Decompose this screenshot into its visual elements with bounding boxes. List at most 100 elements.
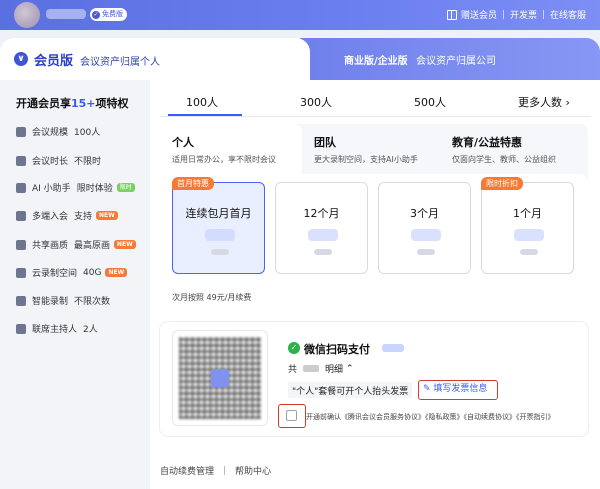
member-title: 会员版 <box>34 54 74 69</box>
heading-suffix: 项特权 <box>95 97 129 110</box>
agreement-checkbox[interactable] <box>286 410 297 421</box>
perk-label: 多端入会 <box>32 212 69 222</box>
invoice-note-text: "个人"套餐可开个人抬头发票 <box>292 386 409 397</box>
original-price-blurred <box>417 249 435 255</box>
perk-value: 不限时 <box>74 157 102 167</box>
agreement-text[interactable]: 开通前确认《腾讯会议会员服务协议》《隐私政策》《自动续费协议》《开票指引》 <box>306 412 555 422</box>
limited-tag: 限时 <box>116 183 135 192</box>
plan-card-12-months[interactable]: 12个月 <box>275 182 368 274</box>
badge-label: 免费版 <box>102 10 123 18</box>
payment-title: 微信扫码支付 <box>304 343 370 356</box>
perk-value: 不限次数 <box>74 297 111 307</box>
avatar[interactable] <box>14 2 40 28</box>
perk-label: 智能录制 <box>32 297 69 307</box>
tab-500[interactable]: 500人 <box>414 94 446 110</box>
business-subtitle: 会议资产归属公司 <box>416 56 496 67</box>
perk-value: 限时体验 <box>76 184 113 194</box>
badge-icon: ✓ <box>92 10 100 19</box>
link-invoice[interactable]: 开发票 <box>510 8 537 21</box>
perk-label: 共享画质 <box>32 241 69 251</box>
member-edition-tab[interactable]: ∨ 会员版 会议资产归属个人 <box>0 38 310 80</box>
plan-name: 3个月 <box>410 207 439 220</box>
divider <box>542 10 544 19</box>
chevron-up-icon[interactable]: ⌃ <box>346 364 354 374</box>
perk-item: 多端入会 支持 NEW <box>16 209 118 222</box>
original-price-blurred <box>211 249 229 255</box>
perks-sidebar: 开通会员享15+项特权 会议规模 100人 会议时长 不限时 AI 小助手 限时… <box>0 80 150 489</box>
users-icon <box>16 126 26 137</box>
capacity-tabs: 100人 300人 500人 更多人数 › <box>160 90 590 116</box>
perk-label: 云录制空间 <box>32 269 78 279</box>
detail-link[interactable]: 明细 <box>325 362 343 375</box>
plan-section: 个人 适用日常办公，享不限时会议 团队 更大录制空间，支持AI小助手 教育/公益… <box>160 124 588 308</box>
promo-badge: 限时折扣 <box>481 177 523 190</box>
perk-value: 2人 <box>83 325 98 335</box>
payment-panel: ✓ 微信扫码支付 共 明细 ⌃ "个人"套餐可开个人抬头发票 ✎ 填写发票信息 … <box>160 322 588 436</box>
perk-item: 会议时长 不限时 <box>16 154 101 167</box>
new-tag: NEW <box>96 211 118 220</box>
plan-type-education[interactable]: 教育/公益特惠 仅面向学生、教师、公益组织 <box>444 124 584 174</box>
perks-heading: 开通会员享15+项特权 <box>16 95 129 111</box>
cloud-icon <box>16 267 26 278</box>
original-price-blurred <box>520 249 538 255</box>
auto-renew-link[interactable]: 自动续费管理 <box>160 464 214 477</box>
main-panel: 100人 300人 500人 更多人数 › 个人 适用日常办公，享不限时会议 团… <box>150 80 600 489</box>
plan-type-desc: 适用日常办公，享不限时会议 <box>172 155 276 164</box>
ai-icon <box>16 182 26 193</box>
plan-type-title: 教育/公益特惠 <box>452 136 523 149</box>
perk-item: AI 小助手 限时体验 限时 <box>16 181 135 194</box>
renewal-note: 次月按照 49元/月续费 <box>172 293 252 302</box>
divider <box>502 10 504 19</box>
plan-card-monthly-auto[interactable]: 首月特惠 连续包月首月 <box>172 177 265 274</box>
plan-badge: ✓ 免费版 <box>90 8 127 21</box>
devices-icon <box>16 210 26 221</box>
tab-100[interactable]: 100人 <box>186 94 218 110</box>
perk-value: 100人 <box>74 128 101 138</box>
price-blurred <box>411 229 441 241</box>
link-support[interactable]: 在线客服 <box>550 8 586 21</box>
payment-qr-code[interactable] <box>172 330 268 426</box>
vip-icon: ∨ <box>14 52 28 66</box>
member-subtitle: 会议资产归属个人 <box>80 57 160 68</box>
cohost-icon <box>16 323 26 334</box>
tabs-divider <box>160 116 590 117</box>
heading-prefix: 开通会员享 <box>16 97 71 110</box>
price-blurred <box>308 229 338 241</box>
plan-type-personal[interactable]: 个人 适用日常办公，享不限时会议 <box>160 124 302 174</box>
wechat-pay-icon: ✓ <box>288 342 300 354</box>
link-gift-membership[interactable]: 赠送会员 <box>461 8 497 21</box>
total-prefix: 共 <box>288 365 298 375</box>
new-tag: NEW <box>114 240 136 249</box>
price-blurred <box>205 229 235 241</box>
perk-item: 共享画质 最高原画 NEW <box>16 238 136 251</box>
top-links: 赠送会员 开发票 在线客服 <box>446 8 586 21</box>
plan-card-3-months[interactable]: 3个月 <box>378 182 471 274</box>
perk-value: 支持 <box>74 212 93 222</box>
chevron-right-icon: › <box>565 96 570 109</box>
plan-card-1-month[interactable]: 限时折扣 1个月 <box>481 177 574 274</box>
plan-name: 1个月 <box>513 207 542 220</box>
business-title: 商业版/企业版 <box>344 56 408 67</box>
perk-label: 会议时长 <box>32 157 69 167</box>
perk-item: 联席主持人 2人 <box>16 322 98 335</box>
business-edition-tab[interactable]: 商业版/企业版 会议资产归属公司 <box>300 38 600 80</box>
plan-type-title: 团队 <box>314 136 336 149</box>
edit-icon: ✎ <box>423 384 431 394</box>
total-amount-blurred <box>303 365 320 372</box>
plan-type-team[interactable]: 团队 更大录制空间，支持AI小助手 <box>306 124 440 174</box>
record-icon <box>16 295 26 306</box>
plan-cards: 首月特惠 连续包月首月 12个月 3个月 限时折扣 1个月 次月按照 49元/月… <box>160 174 588 308</box>
invoice-button-label: 填写发票信息 <box>433 384 488 394</box>
heading-count: 15+ <box>71 97 96 110</box>
perk-value: 40G <box>83 267 102 278</box>
price-blurred <box>514 229 544 241</box>
qr-logo <box>211 369 229 387</box>
perk-item: 云录制空间 40G NEW <box>16 266 128 279</box>
tab-300[interactable]: 300人 <box>300 94 332 110</box>
perk-item: 智能录制 不限次数 <box>16 294 110 307</box>
plan-name: 连续包月首月 <box>185 207 252 220</box>
fill-invoice-button[interactable]: ✎ 填写发票信息 <box>418 380 498 400</box>
amount-blurred <box>382 344 404 352</box>
tab-more[interactable]: 更多人数 › <box>518 94 570 110</box>
help-center-link[interactable]: 帮助中心 <box>235 464 271 477</box>
